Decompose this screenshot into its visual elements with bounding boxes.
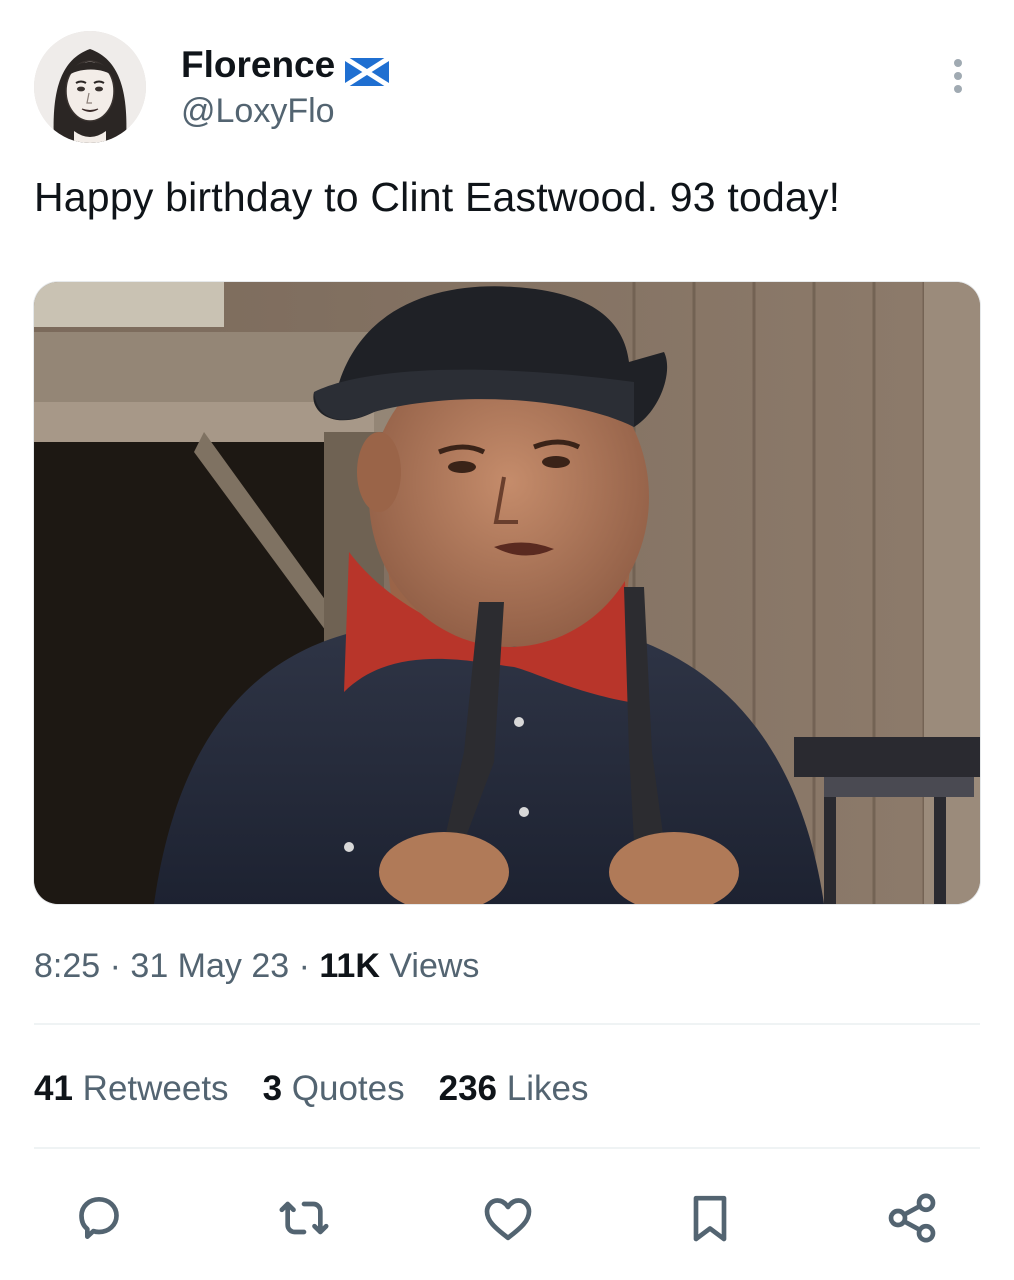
retweets-label: Retweets bbox=[72, 1069, 229, 1108]
avatar[interactable] bbox=[34, 31, 146, 143]
reply-icon[interactable] bbox=[67, 1186, 131, 1250]
tweet-time[interactable]: 8:25 bbox=[34, 947, 100, 985]
meta-separator: · bbox=[100, 947, 131, 985]
likes-label: Likes bbox=[497, 1069, 589, 1108]
tweet-media-image[interactable] bbox=[34, 282, 980, 904]
engagement-stats: 41 Retweets 3 Quotes 236 Likes bbox=[34, 1066, 622, 1112]
display-name[interactable]: Florence bbox=[181, 42, 391, 89]
meta-separator: · bbox=[289, 947, 320, 985]
more-options-icon[interactable] bbox=[944, 56, 972, 96]
display-name-text: Florence bbox=[181, 44, 336, 85]
quotes-label: Quotes bbox=[282, 1069, 405, 1108]
retweets-stat[interactable]: 41 Retweets bbox=[34, 1066, 229, 1112]
tweet-meta: 8:25 · 31 May 23 · 11K Views bbox=[34, 944, 479, 988]
user-handle[interactable]: @LoxyFlo bbox=[181, 90, 335, 132]
scotland-flag-icon bbox=[343, 51, 391, 89]
tweet-text: Happy birthday to Clint Eastwood. 93 tod… bbox=[34, 174, 841, 220]
bookmark-icon[interactable] bbox=[678, 1186, 742, 1250]
tweet-date[interactable]: 31 May 23 bbox=[130, 947, 289, 985]
retweets-count: 41 bbox=[34, 1069, 73, 1108]
quotes-stat[interactable]: 3 Quotes bbox=[263, 1066, 405, 1112]
divider bbox=[34, 1023, 980, 1025]
likes-stat[interactable]: 236 Likes bbox=[439, 1066, 589, 1112]
retweet-icon[interactable] bbox=[272, 1186, 336, 1250]
cowboy-photo bbox=[34, 282, 980, 904]
views-count: 11K bbox=[319, 947, 380, 985]
views-label: Views bbox=[379, 947, 480, 985]
like-icon[interactable] bbox=[476, 1186, 540, 1250]
divider bbox=[34, 1147, 980, 1149]
quotes-count: 3 bbox=[262, 1069, 283, 1108]
share-icon[interactable] bbox=[880, 1186, 944, 1250]
likes-count: 236 bbox=[438, 1069, 498, 1108]
avatar-illustration bbox=[34, 31, 146, 143]
